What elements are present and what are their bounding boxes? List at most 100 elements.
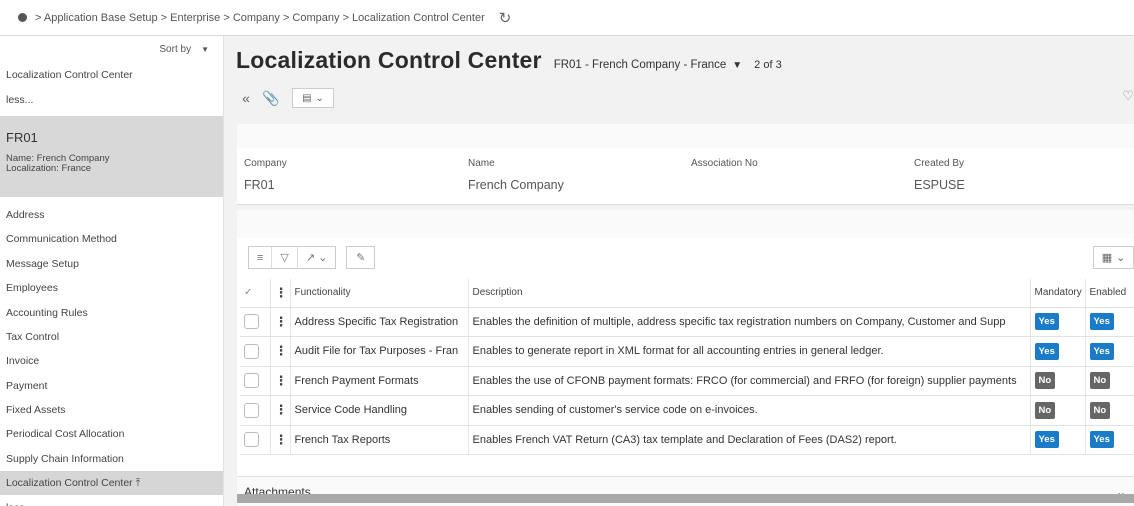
- sidebar-item-employees[interactable]: Employees: [0, 276, 223, 300]
- page-title: Localization Control Center: [236, 47, 542, 73]
- column-header-description[interactable]: Description: [468, 279, 1031, 308]
- row-checkbox[interactable]: [244, 343, 259, 359]
- table-toolbar: ≡ ▽ ↗ ⌄ ✎: [248, 246, 376, 269]
- export-menu-button[interactable]: ↗ ⌄: [298, 247, 336, 268]
- sidebar-item-accounting-rules[interactable]: Accounting Rules: [0, 300, 223, 324]
- enabled-badge: Yes: [1089, 342, 1114, 360]
- sidebar-item-supply-chain-information[interactable]: Supply Chain Information: [0, 447, 223, 471]
- filter-icon[interactable]: ▽: [272, 247, 298, 268]
- cell-functionality: French Tax Reports: [290, 425, 469, 455]
- field-name-label: Name: [468, 158, 495, 169]
- row-menu-icon[interactable]: ⋮: [270, 395, 291, 426]
- row-menu-icon[interactable]: ⋮: [270, 336, 291, 367]
- field-name-value: French Company: [468, 178, 564, 192]
- sidebar-item-invoice[interactable]: Invoice: [0, 349, 223, 373]
- report-menu-button[interactable]: ▤ ⌄: [292, 88, 334, 108]
- sidebar-item-localization-control-center-active[interactable]: Localization Control Center ⤒: [0, 471, 223, 496]
- field-company: Company FR01: [244, 158, 287, 192]
- record-count: 2 of 3: [754, 59, 782, 71]
- sidebar-item-payment[interactable]: Payment: [0, 374, 223, 398]
- sidebar-item-localization-control-center[interactable]: Localization Control Center: [0, 63, 223, 87]
- row-checkbox[interactable]: [244, 402, 259, 418]
- cell-functionality: French Payment Formats: [290, 366, 469, 396]
- field-created-by-label: Created By: [914, 158, 965, 169]
- cell-functionality: Service Code Handling: [290, 395, 469, 426]
- functionality-table: ✓ ⋮ Functionality Description Mandatory …: [240, 279, 1134, 455]
- sidebar-item-tax-control[interactable]: Tax Control: [0, 325, 223, 349]
- table-row[interactable]: ⋮ Service Code Handling Enables sending …: [240, 395, 1134, 426]
- cell-functionality: Audit File for Tax Purposes - Fran: [290, 336, 469, 367]
- grid-icon: ▦: [1101, 252, 1113, 264]
- table-row[interactable]: ⋮ Audit File for Tax Purposes - Fran Ena…: [240, 336, 1134, 367]
- home-dot-icon[interactable]: [18, 13, 27, 22]
- favorite-heart-icon[interactable]: ♡: [1122, 88, 1134, 104]
- select-all-column[interactable]: ✓: [240, 279, 271, 308]
- row-checkbox[interactable]: [244, 314, 259, 330]
- record-selector[interactable]: FR01 - French Company - France: [554, 59, 727, 71]
- mandatory-badge: Yes: [1034, 431, 1059, 449]
- field-company-value: FR01: [244, 178, 275, 192]
- refresh-icon[interactable]: ↻: [499, 9, 512, 27]
- mandatory-badge: Yes: [1034, 313, 1059, 331]
- sort-by-control[interactable]: Sort by ▼: [0, 36, 223, 63]
- sidebar-less-link-bottom[interactable]: less...: [0, 495, 223, 506]
- sidebar-item-fixed-assets[interactable]: Fixed Assets: [0, 398, 223, 422]
- paperclip-icon[interactable]: 📎: [262, 90, 279, 107]
- enabled-badge: Yes: [1089, 431, 1114, 449]
- main-content: Localization Control Center FR01 - Frenc…: [224, 36, 1134, 506]
- title-row: Localization Control Center FR01 - Frenc…: [236, 47, 782, 74]
- cell-description: Enables sending of customer's service co…: [468, 395, 1031, 426]
- row-checkbox[interactable]: [244, 373, 259, 389]
- mandatory-badge: No: [1034, 401, 1056, 419]
- header-kebab-icon[interactable]: ⋮: [270, 279, 291, 308]
- enabled-badge: Yes: [1089, 313, 1114, 331]
- row-menu-icon[interactable]: ⋮: [270, 366, 291, 396]
- column-header-enabled[interactable]: Enabled: [1085, 279, 1134, 308]
- table-row[interactable]: ⋮ Address Specific Tax Registration Enab…: [240, 307, 1134, 337]
- row-checkbox[interactable]: [244, 432, 259, 448]
- field-created-by: Created By ESPUSE: [914, 158, 965, 192]
- sidebar: Sort by ▼ Localization Control Center le…: [0, 36, 224, 506]
- field-name: Name French Company: [468, 158, 564, 192]
- column-header-functionality[interactable]: Functionality: [290, 279, 469, 308]
- sidebar-less-link[interactable]: less...: [0, 87, 223, 111]
- field-company-label: Company: [244, 158, 287, 169]
- selected-record-localization: Localization: France: [6, 162, 92, 174]
- sidebar-item-periodical-cost-allocation[interactable]: Periodical Cost Allocation: [0, 422, 223, 446]
- sidebar-item-message-setup[interactable]: Message Setup: [0, 252, 223, 276]
- mandatory-badge: No: [1034, 372, 1056, 390]
- sort-by-label: Sort by: [159, 44, 192, 55]
- field-association-no-label: Association No: [691, 158, 758, 169]
- cell-description: Enables French VAT Return (CA3) tax temp…: [468, 425, 1031, 455]
- sidebar-item-communication-method[interactable]: Communication Method: [0, 227, 223, 251]
- company-card: Company FR01 Name French Company Associa…: [237, 148, 1134, 205]
- sidebar-item-address[interactable]: Address: [0, 203, 223, 227]
- cell-description: Enables the definition of multiple, addr…: [468, 307, 1031, 337]
- mandatory-badge: Yes: [1034, 342, 1059, 360]
- enabled-badge: No: [1089, 401, 1111, 419]
- table-header-row: ✓ ⋮ Functionality Description Mandatory …: [240, 279, 1134, 308]
- functionality-table-panel: ≡ ▽ ↗ ⌄ ✎ ▦ ⌄ ✓ ⋮ Functionality Descript…: [237, 238, 1134, 494]
- selected-record[interactable]: FR01 Name: French Company Localization: …: [0, 115, 223, 197]
- column-chooser-button[interactable]: ▦ ⌄: [1093, 246, 1134, 269]
- enabled-badge: No: [1089, 372, 1111, 390]
- chevron-down-icon: ▼: [201, 45, 209, 54]
- selected-record-code: FR01: [6, 129, 38, 145]
- card-header-strip: [237, 124, 1134, 148]
- record-dropdown-icon[interactable]: ▼: [732, 60, 742, 71]
- list-view-icon[interactable]: ≡: [249, 247, 273, 268]
- horizontal-scrollbar[interactable]: [237, 494, 1134, 503]
- table-row[interactable]: ⋮ French Tax Reports Enables French VAT …: [240, 425, 1134, 455]
- breadcrumb-text[interactable]: > Application Base Setup > Enterprise > …: [35, 12, 485, 24]
- table-toolbar-group: ≡ ▽ ↗ ⌄: [248, 246, 337, 269]
- clipboard-icon: ▤: [302, 92, 312, 104]
- chevron-down-icon: ⌄: [1116, 252, 1126, 264]
- column-header-mandatory[interactable]: Mandatory: [1030, 279, 1086, 308]
- row-menu-icon[interactable]: ⋮: [270, 425, 291, 455]
- table-row[interactable]: ⋮ French Payment Formats Enables the use…: [240, 366, 1134, 396]
- chevron-down-icon: ⌄: [315, 92, 324, 104]
- field-association-no: Association No: [691, 158, 758, 178]
- row-menu-icon[interactable]: ⋮: [270, 307, 291, 337]
- collapse-sidebar-icon[interactable]: «: [238, 90, 254, 106]
- edit-pencil-icon[interactable]: ✎: [346, 246, 376, 269]
